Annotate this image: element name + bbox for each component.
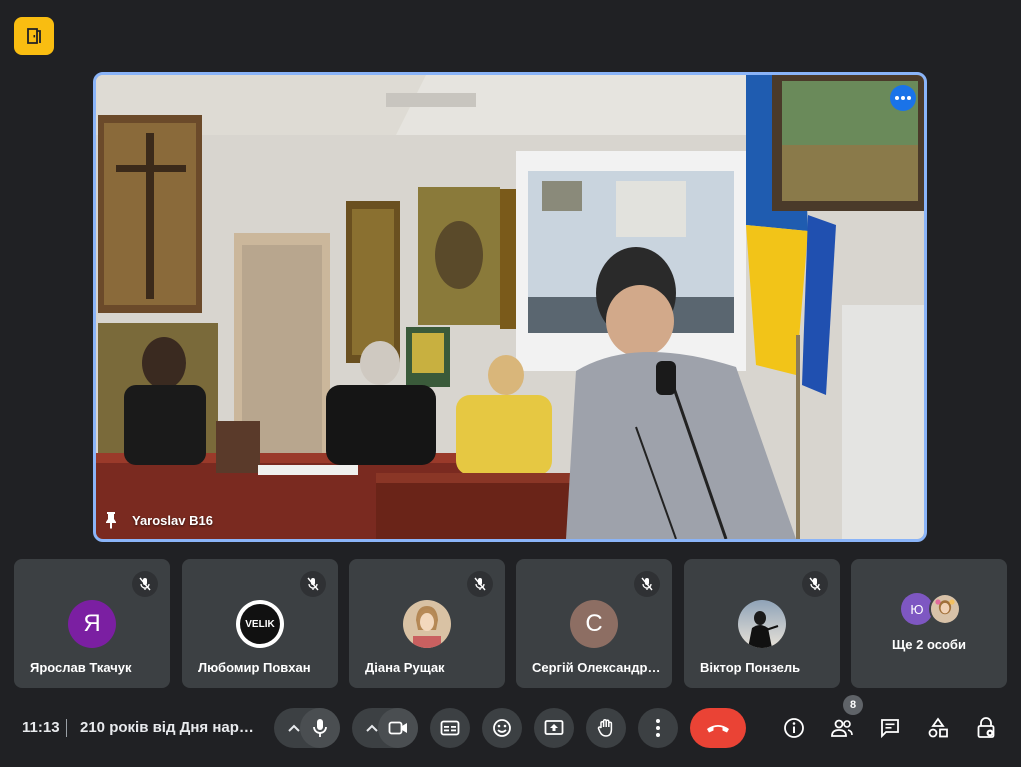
chat-button[interactable] xyxy=(870,708,910,748)
participant-tile[interactable]: Віктор Понзель xyxy=(684,559,840,688)
present-screen-button[interactable] xyxy=(534,708,574,748)
activities-icon xyxy=(928,717,948,738)
participant-name: Віктор Понзель xyxy=(700,660,801,675)
avatar xyxy=(929,593,961,625)
clock: 11:13 xyxy=(22,719,60,736)
host-controls-icon xyxy=(977,717,995,738)
more-participants-tile[interactable]: Ю Ще 2 особи xyxy=(851,559,1007,688)
mic-icon xyxy=(313,719,327,737)
more-options-icon-dot xyxy=(901,96,905,100)
avatar xyxy=(403,600,451,648)
emoji-reactions-button[interactable] xyxy=(482,708,522,748)
participant-name: Любомир Повхан xyxy=(198,660,311,675)
avatar-logo-text: VELIK xyxy=(240,604,280,644)
participants-count-badge: 8 xyxy=(843,695,863,715)
participant-name: Діана Рущак xyxy=(365,660,445,675)
door-icon xyxy=(27,28,41,44)
camera-icon xyxy=(388,721,407,735)
camera-button[interactable] xyxy=(378,708,418,748)
more-options-button[interactable] xyxy=(638,708,678,748)
divider xyxy=(66,719,67,737)
more-options-icon xyxy=(895,96,899,100)
participant-strip: Я Ярослав Ткачук VELIK Любомир Повхан Ді… xyxy=(14,559,1007,688)
speaker-video-frame xyxy=(96,75,924,539)
camera-control-group xyxy=(352,708,418,748)
raise-hand-button[interactable] xyxy=(586,708,626,748)
participant-tile[interactable]: Я Ярослав Ткачук xyxy=(14,559,170,688)
meeting-title: 210 років від Дня народження xyxy=(80,719,260,736)
speaker-label: Yaroslav B16 xyxy=(104,511,213,529)
microphone-button[interactable] xyxy=(300,708,340,748)
participant-name: Сергій Олександрович xyxy=(532,660,664,675)
meeting-details-button[interactable] xyxy=(774,708,814,748)
participant-name: Ярослав Ткачук xyxy=(30,660,132,675)
mic-off-icon xyxy=(802,571,828,597)
mic-off-icon xyxy=(467,571,493,597)
pin-icon[interactable] xyxy=(104,511,118,529)
more-participants-label: Ще 2 особи xyxy=(892,637,966,652)
chevron-up-icon xyxy=(288,724,300,732)
more-vert-icon xyxy=(656,719,660,737)
present-screen-icon xyxy=(544,720,564,735)
avatar: С xyxy=(570,600,618,648)
raise-hand-icon xyxy=(597,719,613,737)
captions-icon xyxy=(440,720,460,736)
mic-off-icon xyxy=(300,571,326,597)
avatar xyxy=(738,600,786,648)
activities-button[interactable] xyxy=(918,708,958,748)
mic-control-group xyxy=(274,708,340,748)
avatar: Я xyxy=(68,600,116,648)
chat-icon xyxy=(881,719,899,739)
captions-button[interactable] xyxy=(430,708,470,748)
participant-tile[interactable]: Діана Рущак xyxy=(349,559,505,688)
speaker-name: Yaroslav B16 xyxy=(132,512,213,528)
chevron-up-icon xyxy=(366,724,378,732)
mic-off-icon xyxy=(132,571,158,597)
people-icon xyxy=(831,719,853,737)
info-icon xyxy=(784,718,804,738)
tile-more-options-button[interactable] xyxy=(890,85,916,111)
end-call-icon xyxy=(707,725,729,733)
leave-call-button[interactable] xyxy=(690,708,746,748)
emoji-icon xyxy=(493,719,511,737)
companion-mode-button[interactable] xyxy=(14,17,54,55)
bottom-toolbar: 11:13 210 років від Дня народження xyxy=(0,700,1021,760)
mic-off-icon xyxy=(634,571,660,597)
main-video-tile[interactable]: Yaroslav B16 xyxy=(93,72,927,542)
avatar: VELIK xyxy=(236,600,284,648)
more-options-icon-dot xyxy=(907,96,911,100)
host-controls-button[interactable] xyxy=(966,708,1006,748)
participant-tile[interactable]: С Сергій Олександрович xyxy=(516,559,672,688)
participant-tile[interactable]: VELIK Любомир Повхан xyxy=(182,559,338,688)
meet-app: Yaroslav B16 Я Ярослав Ткачук VELIK Любо… xyxy=(0,0,1021,767)
